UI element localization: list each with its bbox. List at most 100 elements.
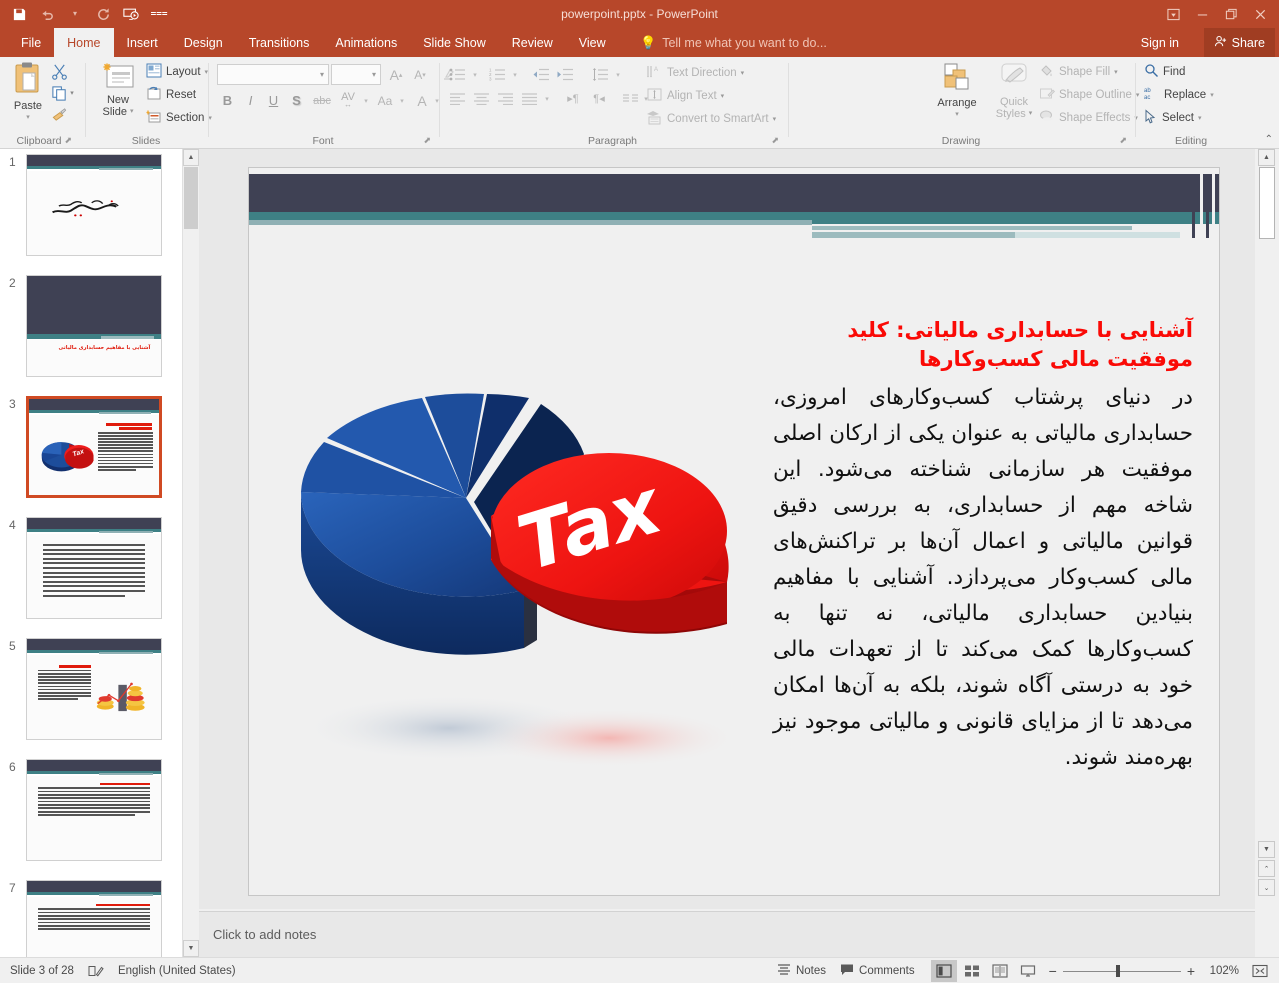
font-name-dropdown-icon[interactable]: ▾	[320, 70, 328, 79]
align-center-icon[interactable]	[469, 88, 493, 109]
cut-icon[interactable]	[48, 61, 70, 81]
close-icon[interactable]	[1246, 1, 1275, 27]
notes-button[interactable]: Notes	[777, 963, 826, 979]
text-direction-button[interactable]: A Text Direction ▾	[646, 64, 744, 82]
thumb-scroll-down-icon[interactable]: ▼	[183, 940, 199, 957]
thumbnail-slide-3[interactable]: Tax	[26, 396, 162, 498]
arrange-button[interactable]: Arrange ▾	[929, 62, 985, 121]
current-slide[interactable]: Tax آشنایی با حسابداری مالیاتی: کلید موف…	[249, 168, 1219, 895]
thumbnail-slide-1[interactable]	[26, 154, 162, 256]
thumb-scrollbar-handle[interactable]	[184, 167, 198, 229]
align-text-button[interactable]: Align Text ▾	[646, 87, 724, 105]
tab-view[interactable]: View	[566, 28, 619, 57]
align-dropdown-icon[interactable]: ▾	[541, 88, 553, 109]
tab-design[interactable]: Design	[171, 28, 236, 57]
font-name-input[interactable]: ▾	[217, 64, 329, 85]
language-indicator[interactable]: English (United States)	[118, 965, 236, 977]
font-dialog-launcher[interactable]: ⬈	[423, 135, 431, 146]
zoom-slider[interactable]: − +	[1049, 963, 1195, 979]
decrease-font-size-icon[interactable]: A ▾	[409, 64, 431, 85]
thumbnail-item[interactable]: 6	[0, 754, 182, 875]
line-spacing-dropdown-icon[interactable]: ▾	[612, 64, 624, 85]
thumbnail-slide-2[interactable]: آشنایی با مفاهیم حسابداری مالیاتی	[26, 275, 162, 377]
spell-check-icon[interactable]	[88, 964, 104, 978]
thumbnail-item[interactable]: 1	[0, 149, 182, 270]
shape-fill-dropdown-icon[interactable]: ▾	[1114, 68, 1118, 76]
increase-font-size-icon[interactable]: A ▴	[385, 64, 407, 85]
share-button[interactable]: Share	[1203, 28, 1275, 57]
comments-button[interactable]: Comments	[840, 963, 915, 979]
layout-button[interactable]: Layout ▾	[146, 63, 208, 81]
tab-insert[interactable]: Insert	[114, 28, 171, 57]
new-slide-button[interactable]: New Slide ▾	[94, 62, 142, 118]
section-button[interactable]: Section ▾	[146, 109, 212, 127]
zoom-level[interactable]: 102%	[1203, 965, 1239, 977]
select-button[interactable]: Select ▾	[1144, 109, 1201, 127]
rtl-text-direction-icon[interactable]: ¶◂	[586, 88, 612, 109]
find-button[interactable]: Find	[1144, 63, 1185, 81]
reading-view-button[interactable]	[987, 960, 1013, 982]
decrease-indent-icon[interactable]	[528, 64, 552, 85]
arrange-dropdown-icon[interactable]: ▾	[955, 109, 959, 121]
shape-effects-button[interactable]: Shape Effects ▾	[1039, 109, 1138, 127]
convert-to-smartart-dropdown-icon[interactable]: ▾	[773, 115, 777, 123]
text-shadow-button[interactable]: S	[286, 90, 307, 111]
italic-button[interactable]: I	[240, 90, 261, 111]
restore-icon[interactable]	[1217, 1, 1246, 27]
tab-file[interactable]: File	[8, 28, 54, 57]
zoom-in-button[interactable]: +	[1187, 963, 1195, 979]
bullets-icon[interactable]	[445, 64, 469, 85]
change-case-button[interactable]: Aa	[373, 90, 397, 111]
paste-button[interactable]: Paste ▾	[6, 62, 50, 124]
shape-fill-button[interactable]: Shape Fill ▾	[1039, 63, 1118, 81]
align-right-icon[interactable]	[493, 88, 517, 109]
collapse-ribbon-icon[interactable]: ⌃	[1265, 134, 1273, 145]
character-spacing-button[interactable]: AV ↔	[335, 90, 361, 111]
sign-in-button[interactable]: Sign in	[1141, 28, 1179, 57]
underline-button[interactable]: U	[263, 90, 284, 111]
quick-styles-button[interactable]: Quick Styles ▾	[987, 62, 1041, 120]
paragraph-dialog-launcher[interactable]: ⬈	[771, 135, 779, 146]
numbering-icon[interactable]: 123	[485, 64, 509, 85]
change-case-dropdown-icon[interactable]: ▾	[396, 90, 408, 111]
notes-pane[interactable]: Click to add notes	[199, 911, 1255, 957]
bold-button[interactable]: B	[217, 90, 238, 111]
scroll-up-icon[interactable]: ▲	[1258, 149, 1275, 166]
font-size-dropdown-icon[interactable]: ▾	[372, 70, 380, 79]
quick-styles-dropdown-icon[interactable]: ▾	[1029, 108, 1033, 120]
justify-icon[interactable]	[517, 88, 541, 109]
slide-title[interactable]: آشنایی با حسابداری مالیاتی: کلید موفقیت …	[773, 316, 1193, 374]
slide-thumbnail-pane[interactable]: 1 2 آشنایی با مفاهیم حسابداری مالیاتی 3 …	[0, 149, 182, 957]
tell-me-search[interactable]: 💡 Tell me what you want to do...	[640, 28, 827, 57]
zoom-handle[interactable]	[1115, 965, 1120, 977]
thumbnail-slide-5[interactable]	[26, 638, 162, 740]
zoom-track[interactable]	[1062, 965, 1181, 977]
font-size-input[interactable]: ▾	[331, 64, 381, 85]
shape-outline-button[interactable]: Shape Outline ▾	[1039, 86, 1139, 104]
slide-body-text[interactable]: در دنیای پرشتاب کسب‌وکارهای امروزی، حساب…	[773, 380, 1193, 776]
ribbon-display-options-icon[interactable]	[1159, 1, 1188, 27]
replace-dropdown-icon[interactable]: ▾	[1210, 91, 1214, 99]
thumbnail-item[interactable]: 2 آشنایی با مفاهیم حسابداری مالیاتی	[0, 270, 182, 391]
fit-to-window-button[interactable]	[1247, 960, 1273, 982]
select-dropdown-icon[interactable]: ▾	[1198, 114, 1202, 122]
columns-icon[interactable]	[618, 88, 642, 109]
text-direction-dropdown-icon[interactable]: ▾	[741, 69, 745, 77]
tax-pie-chart-image[interactable]: Tax	[279, 368, 749, 788]
slide-area-scrollbar[interactable]: ▲ ▼ ⌃ ⌄	[1255, 149, 1279, 957]
paste-dropdown-icon[interactable]: ▾	[26, 112, 30, 124]
line-spacing-icon[interactable]	[588, 64, 612, 85]
columns-dropdown-icon[interactable]: ▾	[640, 88, 652, 109]
clipboard-dialog-launcher[interactable]: ⬈	[64, 135, 72, 146]
font-color-button[interactable]: A	[412, 90, 432, 111]
tab-home[interactable]: Home	[54, 28, 114, 57]
zoom-out-button[interactable]: −	[1049, 963, 1057, 979]
thumb-scroll-up-icon[interactable]: ▲	[183, 149, 199, 166]
align-left-icon[interactable]	[445, 88, 469, 109]
align-text-dropdown-icon[interactable]: ▾	[721, 92, 725, 100]
thumbnail-item[interactable]: 4	[0, 512, 182, 633]
slide-sorter-view-button[interactable]	[959, 960, 985, 982]
slide-counter[interactable]: Slide 3 of 28	[10, 965, 74, 977]
previous-slide-icon[interactable]: ⌃	[1258, 860, 1275, 877]
thumbnail-item[interactable]: 7	[0, 875, 182, 957]
